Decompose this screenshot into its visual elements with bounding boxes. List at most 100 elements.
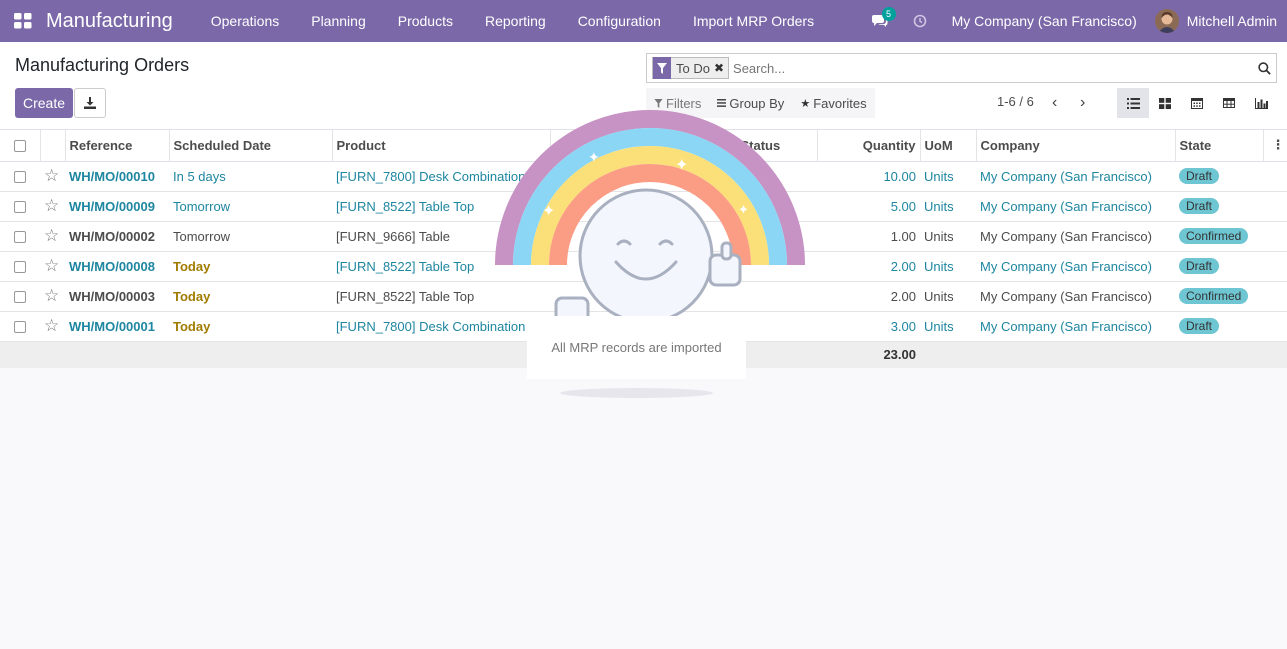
star-icon[interactable]: ☆	[44, 286, 59, 305]
group-by-dropdown[interactable]: Group By	[709, 96, 792, 111]
row-scheduled-date: Tomorrow	[169, 191, 332, 222]
apps-menu-icon[interactable]	[0, 0, 46, 42]
pivot-view-button[interactable]	[1213, 88, 1245, 118]
remove-facet-icon[interactable]: ✖	[714, 61, 728, 75]
user-avatar[interactable]	[1154, 9, 1179, 33]
menu-configuration[interactable]: Configuration	[562, 0, 677, 42]
row-scheduled-date: Tomorrow	[169, 221, 332, 252]
calendar-view-button[interactable]	[1181, 88, 1213, 118]
search-icon	[1257, 61, 1271, 75]
company-switcher[interactable]: My Company (San Francisco)	[940, 13, 1155, 29]
row-quantity: 5.00	[817, 191, 920, 222]
row-company: My Company (San Francisco)	[976, 191, 1175, 222]
table-icon	[1223, 98, 1235, 108]
row-quantity: 1.00	[817, 221, 920, 252]
row-company: My Company (San Francisco)	[976, 221, 1175, 252]
star-icon: ★	[800, 97, 811, 110]
row-checkbox[interactable]	[14, 321, 26, 334]
pager-next-icon[interactable]: ›	[1080, 94, 1085, 112]
state-badge: Draft	[1179, 168, 1220, 184]
row-quantity: 2.00	[817, 251, 920, 282]
filters-dropdown[interactable]: Filters	[646, 96, 709, 111]
bar-chart-icon	[1254, 97, 1268, 109]
select-all-checkbox[interactable]	[14, 140, 26, 153]
filter-icon	[654, 98, 663, 108]
filters-label: Filters	[666, 95, 702, 111]
optional-columns-toggle[interactable]: ⋮	[1263, 130, 1287, 162]
user-menu[interactable]: Mitchell Admin	[1187, 13, 1277, 29]
row-uom: Units	[920, 191, 976, 222]
row-quantity: 10.00	[817, 161, 920, 192]
favorites-dropdown[interactable]: ★ Favorites	[792, 96, 874, 111]
calendar-view-icon	[1191, 98, 1203, 109]
menu-planning[interactable]: Planning	[295, 0, 382, 42]
search-button[interactable]	[1252, 54, 1276, 82]
column-state[interactable]: State	[1175, 130, 1264, 162]
search-facet-to-do[interactable]: To Do ✖	[652, 57, 730, 79]
row-quantity: 2.00	[817, 281, 920, 312]
list-view-icon	[1126, 97, 1140, 109]
star-icon[interactable]: ☆	[44, 316, 59, 335]
menu-operations[interactable]: Operations	[195, 0, 295, 42]
favorites-label: Favorites	[813, 95, 867, 111]
top-navbar: Manufacturing Operations Planning Produc…	[0, 0, 1287, 42]
rainbow-man-message: All MRP records are imported	[527, 316, 746, 379]
column-quantity[interactable]: Quantity	[817, 130, 921, 162]
star-icon[interactable]: ☆	[44, 226, 59, 245]
row-checkbox[interactable]	[14, 201, 26, 214]
column-reference[interactable]: Reference	[65, 130, 170, 162]
svg-text:✦: ✦	[675, 155, 688, 174]
row-uom: Units	[920, 311, 976, 342]
svg-text:✦: ✦	[738, 203, 749, 218]
list-lines-icon	[717, 99, 727, 107]
messaging-menu[interactable]: 5	[860, 0, 900, 42]
filter-icon	[653, 57, 671, 79]
row-company: My Company (San Francisco)	[976, 251, 1175, 282]
star-icon[interactable]: ☆	[44, 256, 59, 275]
kanban-view-button[interactable]	[1149, 88, 1181, 118]
view-switcher	[1117, 88, 1277, 118]
search-input[interactable]	[733, 60, 1252, 76]
svg-text:✦: ✦	[588, 150, 600, 166]
row-reference: WH/MO/00010	[65, 161, 169, 192]
column-uom[interactable]: UoM	[920, 130, 977, 162]
select-all-cell[interactable]	[0, 130, 41, 162]
list-view-button[interactable]	[1117, 88, 1149, 118]
column-scheduled-date[interactable]: Scheduled Date	[169, 130, 333, 162]
menu-products[interactable]: Products	[382, 0, 469, 42]
column-company[interactable]: Company	[976, 130, 1176, 162]
messages-count-badge: 5	[881, 7, 896, 21]
row-uom: Units	[920, 221, 976, 252]
pager-value[interactable]: 1-6 / 6	[997, 94, 1034, 109]
menu-import-mrp-orders[interactable]: Import MRP Orders	[677, 0, 830, 42]
svg-text:✦: ✦	[542, 201, 555, 220]
state-badge: Confirmed	[1179, 288, 1249, 304]
menu-reporting[interactable]: Reporting	[469, 0, 562, 42]
create-button[interactable]: Create	[15, 88, 73, 118]
row-checkbox[interactable]	[14, 291, 26, 304]
state-badge: Confirmed	[1179, 228, 1249, 244]
row-reference: WH/MO/00003	[65, 281, 169, 312]
row-checkbox[interactable]	[14, 171, 26, 184]
activity-menu[interactable]	[900, 0, 940, 42]
row-checkbox[interactable]	[14, 231, 26, 244]
state-badge: Draft	[1179, 318, 1220, 334]
page-title: Manufacturing Orders	[15, 55, 190, 75]
kanban-view-icon	[1159, 97, 1171, 109]
export-button[interactable]	[74, 88, 106, 118]
row-scheduled-date: Today	[169, 311, 332, 342]
row-company: My Company (San Francisco)	[976, 281, 1175, 312]
group-by-label: Group By	[729, 95, 785, 111]
graph-view-button[interactable]	[1245, 88, 1277, 118]
row-checkbox[interactable]	[14, 261, 26, 274]
row-uom: Units	[920, 251, 976, 282]
row-company: My Company (San Francisco)	[976, 311, 1175, 342]
clock-icon	[913, 14, 926, 28]
star-icon[interactable]: ☆	[44, 196, 59, 215]
app-name[interactable]: Manufacturing	[46, 10, 173, 33]
row-company: My Company (San Francisco)	[976, 161, 1175, 192]
download-icon	[84, 97, 96, 109]
star-icon[interactable]: ☆	[44, 166, 59, 185]
row-uom: Units	[920, 161, 976, 192]
pager-previous-icon[interactable]: ‹	[1052, 94, 1057, 112]
